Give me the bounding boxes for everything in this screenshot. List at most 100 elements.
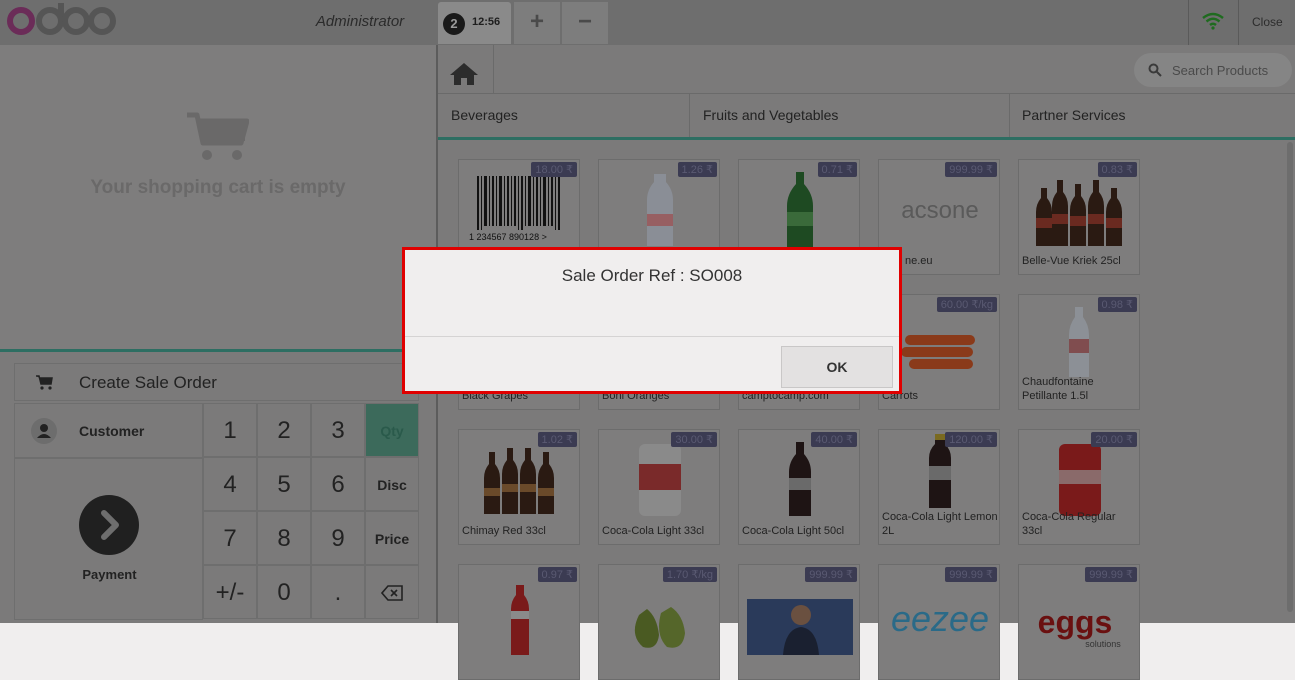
odoo-logo bbox=[7, 3, 116, 35]
product-price: 0.98 ₹ bbox=[1097, 297, 1137, 312]
product-name: Coca-Cola Light 33cl bbox=[602, 525, 705, 537]
product-card[interactable]: 0.98 ₹ Chaudfontaine Petillante 1.5l bbox=[1018, 294, 1140, 410]
numpad-key-1[interactable]: 1 bbox=[203, 403, 257, 457]
divider bbox=[493, 45, 494, 93]
qty-mode-button[interactable]: Qty bbox=[365, 403, 419, 457]
home-icon[interactable] bbox=[448, 61, 480, 87]
product-price: 20.00 ₹ bbox=[1091, 432, 1137, 447]
user-icon bbox=[37, 424, 51, 438]
eggs-logo: eggs solutions bbox=[1038, 604, 1122, 649]
dialog-title: Sale Order Ref : SO008 bbox=[561, 266, 743, 285]
numpad-key-7[interactable]: 7 bbox=[203, 511, 257, 565]
numpad-key-plusminus[interactable]: +/- bbox=[203, 565, 257, 619]
product-card[interactable]: eggs solutions 999.99 ₹ bbox=[1018, 564, 1140, 680]
product-card[interactable]: 0.97 ₹ bbox=[458, 564, 580, 680]
category-beverages[interactable]: Beverages bbox=[438, 94, 690, 138]
product-price: 1.02 ₹ bbox=[537, 432, 577, 447]
product-card[interactable]: 20.00 ₹ Coca-Cola Regular 33cl bbox=[1018, 429, 1140, 545]
search-icon bbox=[1148, 63, 1162, 77]
barcode-text: 1 234567 890128 > bbox=[469, 232, 547, 242]
empty-cart-message: Your shopping cart is empty bbox=[90, 177, 346, 198]
category-fruits-vegetables[interactable]: Fruits and Vegetables bbox=[690, 94, 1010, 138]
order-pane: Your shopping cart is empty Create Sale … bbox=[0, 45, 436, 623]
divider bbox=[405, 336, 899, 337]
remove-order-button[interactable]: − bbox=[562, 2, 608, 44]
product-card[interactable]: 0.83 ₹ Belle-Vue Kriek 25cl bbox=[1018, 159, 1140, 275]
coca-cola-can-image bbox=[639, 444, 681, 516]
backspace-icon bbox=[380, 585, 403, 601]
create-sale-order-button[interactable]: Create Sale Order bbox=[14, 363, 419, 401]
customer-button[interactable]: Customer bbox=[14, 403, 203, 458]
numpad-key-0[interactable]: 0 bbox=[257, 565, 311, 619]
payment-button[interactable]: Payment bbox=[14, 458, 203, 620]
numpad-key-9[interactable]: 9 bbox=[311, 511, 365, 565]
eezee-text: eezee bbox=[891, 598, 989, 639]
product-card[interactable]: 120.00 ₹ Coca-Cola Light Lemon 2L bbox=[878, 429, 1000, 545]
numpad-key-2[interactable]: 2 bbox=[257, 403, 311, 457]
scrollbar[interactable] bbox=[1287, 142, 1293, 612]
product-card[interactable]: 999.99 ₹ bbox=[738, 564, 860, 680]
numpad-key-6[interactable]: 6 bbox=[311, 457, 365, 511]
eggs-text: eggs bbox=[1038, 604, 1113, 640]
product-price: 0.97 ₹ bbox=[537, 567, 577, 582]
barcode-image: 1 234567 890128 > bbox=[469, 176, 560, 242]
close-button[interactable]: Close bbox=[1252, 15, 1283, 29]
divider bbox=[1188, 0, 1189, 45]
user-name[interactable]: Administrator bbox=[300, 13, 420, 30]
product-card[interactable]: 1.70 ₹/kg bbox=[598, 564, 720, 680]
product-price: 120.00 ₹ bbox=[945, 432, 997, 447]
product-price: 60.00 ₹/kg bbox=[936, 297, 997, 312]
numpad-key-4[interactable]: 4 bbox=[203, 457, 257, 511]
cart-area: Your shopping cart is empty bbox=[0, 45, 436, 350]
search-box[interactable]: Search Products bbox=[1134, 53, 1292, 87]
price-mode-button[interactable]: Price bbox=[365, 511, 419, 565]
product-name: Coca-Cola Light Lemon 2L bbox=[882, 511, 998, 537]
coca-cola-can-image bbox=[1059, 444, 1101, 516]
order-tab[interactable]: 2 12:56 bbox=[438, 2, 511, 44]
disc-mode-button[interactable]: Disc bbox=[365, 457, 419, 511]
ok-button[interactable]: OK bbox=[781, 346, 893, 388]
category-partner-services[interactable]: Partner Services bbox=[1010, 94, 1295, 138]
product-card[interactable]: 40.00 ₹ Coca-Cola Light 50cl bbox=[738, 429, 860, 545]
beer-bottles-image bbox=[484, 448, 554, 514]
divider bbox=[0, 349, 436, 352]
order-number: 2 bbox=[443, 13, 465, 35]
coca-cola-bottle-image bbox=[511, 585, 529, 655]
product-name: Coca-Cola Light 50cl bbox=[742, 525, 845, 537]
green-bottle-image bbox=[787, 172, 813, 248]
product-price: 1.26 ₹ bbox=[677, 162, 717, 177]
pears-image bbox=[634, 607, 685, 648]
product-price: 0.71 ₹ bbox=[817, 162, 857, 177]
product-card[interactable]: 30.00 ₹ Coca-Cola Light 33cl bbox=[598, 429, 720, 545]
product-name: Coca-Cola Regular 33cl bbox=[1022, 511, 1116, 537]
product-price: 0.83 ₹ bbox=[1097, 162, 1137, 177]
eezee-logo: eezee bbox=[891, 598, 989, 639]
backspace-button[interactable] bbox=[365, 565, 419, 619]
acsone-text: acsone bbox=[901, 197, 978, 224]
avatar bbox=[31, 418, 57, 444]
add-order-button[interactable]: + bbox=[514, 2, 560, 44]
product-price: 40.00 ₹ bbox=[811, 432, 857, 447]
cart-icon bbox=[36, 375, 53, 390]
sale-order-dialog: Sale Order Ref : SO008 OK bbox=[402, 247, 902, 394]
product-price: 999.99 ₹ bbox=[1085, 567, 1137, 582]
acsone-logo: acsone bbox=[901, 197, 978, 224]
divider bbox=[1238, 0, 1239, 45]
product-card[interactable]: 1.02 ₹ Chimay Red 33cl bbox=[458, 429, 580, 545]
shopping-cart-icon bbox=[187, 112, 249, 160]
numpad-key-dot[interactable]: . bbox=[311, 565, 365, 619]
numpad-key-3[interactable]: 3 bbox=[311, 403, 365, 457]
business-man-image bbox=[747, 599, 853, 655]
numpad-key-8[interactable]: 8 bbox=[257, 511, 311, 565]
beer-bottles-image bbox=[1036, 180, 1122, 246]
coca-cola-bottle-image bbox=[789, 442, 811, 516]
eggs-subtext: solutions bbox=[1085, 639, 1121, 649]
numpad: 1 2 3 Qty 4 5 6 Disc 7 8 9 Price +/- 0 . bbox=[203, 403, 419, 620]
chevron-right-icon bbox=[101, 510, 119, 540]
search-input[interactable]: Search Products bbox=[1172, 63, 1268, 78]
payment-label: Payment bbox=[82, 567, 137, 582]
product-card[interactable]: eezee 999.99 ₹ bbox=[878, 564, 1000, 680]
wifi-icon[interactable] bbox=[1202, 12, 1224, 30]
numpad-key-5[interactable]: 5 bbox=[257, 457, 311, 511]
product-price: 1.70 ₹/kg bbox=[662, 567, 717, 582]
